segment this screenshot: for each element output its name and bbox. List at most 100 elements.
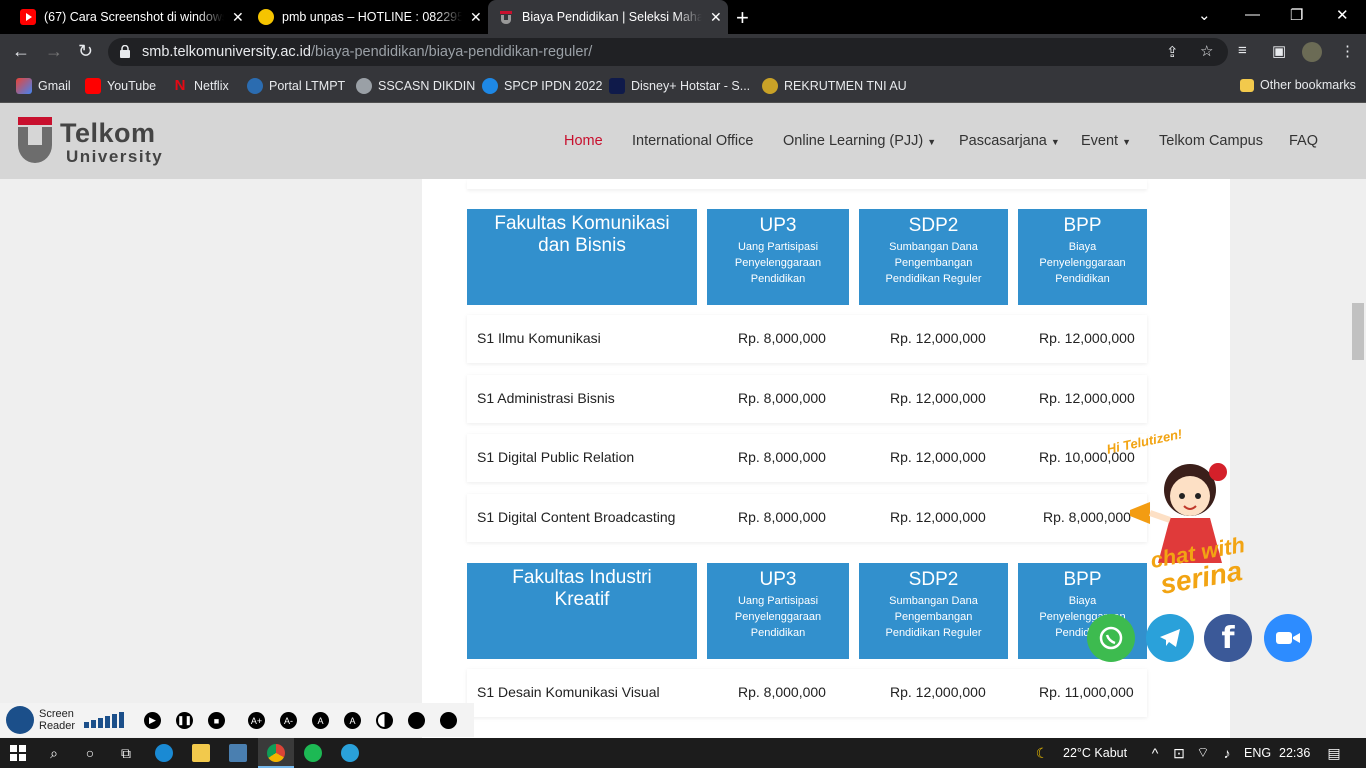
- new-tab-button[interactable]: +: [736, 5, 749, 31]
- close-icon[interactable]: ✕: [710, 9, 722, 26]
- close-window-icon[interactable]: ✕: [1336, 6, 1349, 24]
- star-icon[interactable]: ☆: [1200, 42, 1213, 60]
- back-icon[interactable]: ←: [12, 41, 30, 62]
- table-row: S1 Digital Public Relation Rp. 8,000,000…: [467, 434, 1147, 482]
- weather-moon-icon[interactable]: ☾: [1033, 744, 1051, 762]
- fee-sdp2: Rp. 12,000,000: [890, 509, 986, 525]
- menu-icon[interactable]: ⋮: [1340, 42, 1355, 60]
- scrollbar-thumb[interactable]: [1352, 303, 1364, 360]
- language-indicator[interactable]: ENG: [1244, 746, 1271, 760]
- network-icon[interactable]: ⊡: [1170, 744, 1188, 762]
- fee-code: BPP: [1063, 215, 1102, 236]
- volume-icon[interactable]: ♪: [1218, 744, 1236, 762]
- ear-icon[interactable]: [6, 706, 34, 734]
- bookmark-portal-ltmpt[interactable]: Portal LTMPT: [247, 78, 345, 94]
- task-view-icon[interactable]: ⧉: [117, 744, 135, 762]
- facebook-icon[interactable]: f: [1204, 614, 1252, 662]
- nav-international-office[interactable]: International Office: [632, 133, 753, 149]
- other-bookmarks[interactable]: Other bookmarks: [1240, 78, 1356, 92]
- fee-desc: Uang Partisipasi Penyelenggaraan Pendidi…: [734, 241, 822, 285]
- grayscale-icon[interactable]: [408, 712, 425, 729]
- bookmark-youtube[interactable]: YouTube: [85, 78, 156, 94]
- spotify-icon[interactable]: [304, 744, 322, 762]
- table-row: S1 Ilmu Komunikasi Rp. 8,000,000 Rp. 12,…: [467, 315, 1147, 363]
- browser-tab-active[interactable]: Biaya Pendidikan | Seleksi Mahas ✕: [488, 0, 728, 34]
- screen-reader-label[interactable]: Screen Reader: [39, 708, 75, 732]
- program-name: S1 Desain Komunikasi Visual: [477, 684, 660, 700]
- stop-icon[interactable]: ■: [208, 712, 225, 729]
- profile-avatar[interactable]: [1302, 42, 1322, 62]
- close-icon[interactable]: ✕: [470, 9, 482, 26]
- bookmark-label: Gmail: [38, 79, 71, 93]
- play-icon[interactable]: ▶: [144, 712, 161, 729]
- tni-au-icon: [762, 78, 778, 94]
- nav-telkom-campus[interactable]: Telkom Campus: [1159, 133, 1263, 149]
- nav-pascasarjana[interactable]: Pascasarjana ▼: [959, 133, 1060, 149]
- telegram-taskbar-icon[interactable]: [341, 744, 359, 762]
- fee-code: UP3: [759, 215, 797, 236]
- contrast-icon[interactable]: [376, 712, 393, 729]
- gmail-icon: [16, 78, 32, 94]
- telkom-logo-icon: [18, 117, 52, 163]
- file-explorer-icon[interactable]: [192, 744, 210, 762]
- pause-icon[interactable]: ❚❚: [176, 712, 193, 729]
- media-control-icon[interactable]: ≡: [1238, 42, 1247, 59]
- fee-desc: Sumbangan Dana Pengembangan Pendidikan R…: [885, 241, 982, 285]
- bookmark-rekrutmen[interactable]: REKRUTMEN TNI AU: [762, 78, 907, 94]
- cortana-icon[interactable]: ○: [81, 744, 99, 762]
- wifi-icon[interactable]: ⌔: [1194, 744, 1212, 762]
- program-name: S1 Digital Public Relation: [477, 449, 635, 465]
- bookmark-spcp-ipdn[interactable]: SPCP IPDN 2022: [482, 78, 602, 94]
- restore-icon[interactable]: ❐: [1290, 6, 1303, 24]
- bookmark-disney-hotstar[interactable]: Disney+ Hotstar - S...: [609, 78, 750, 94]
- decrease-text-icon[interactable]: A-: [280, 712, 297, 729]
- nav-online-learning[interactable]: Online Learning (PJJ) ▼: [783, 133, 936, 149]
- page-scrollbar[interactable]: [1348, 179, 1366, 740]
- bookmark-gmail[interactable]: Gmail: [16, 78, 71, 94]
- font-icon[interactable]: A: [344, 712, 361, 729]
- fee-desc: Biaya Penyelenggaraan Pendidikan: [1039, 241, 1126, 285]
- nav-faq[interactable]: FAQ: [1289, 133, 1318, 149]
- clock[interactable]: 22:36: [1279, 746, 1310, 760]
- browser-tab[interactable]: pmb unpas – HOTLINE : 0822954 ✕: [248, 0, 488, 34]
- chevron-up-icon[interactable]: ^: [1146, 744, 1164, 762]
- weather-text[interactable]: 22°C Kabut: [1063, 746, 1127, 760]
- photos-icon[interactable]: [229, 744, 247, 762]
- fee-bpp: Rp. 11,000,000: [1039, 684, 1134, 700]
- zoom-icon[interactable]: [1264, 614, 1312, 662]
- side-panel-icon[interactable]: ▣: [1272, 42, 1286, 60]
- reload-icon[interactable]: ↻: [78, 41, 93, 62]
- faculty-name: Fakultas Komunikasi dan Bisnis: [494, 213, 670, 256]
- reset-text-icon[interactable]: A: [312, 712, 329, 729]
- fee-desc: Uang Partisipasi Penyelenggaraan Pendidi…: [734, 595, 822, 639]
- globe-icon: [356, 78, 372, 94]
- telegram-icon[interactable]: [1146, 614, 1194, 662]
- url-text: smb.telkomuniversity.ac.id/biaya-pendidi…: [142, 44, 592, 60]
- whatsapp-icon[interactable]: [1087, 614, 1135, 662]
- notification-icon[interactable]: ▤: [1325, 744, 1343, 762]
- increase-text-icon[interactable]: A+: [248, 712, 265, 729]
- bookmark-sscasn[interactable]: SSCASN DIKDIN: [356, 78, 475, 94]
- caret-down-icon: ▼: [927, 137, 937, 147]
- share-icon[interactable]: ⇪: [1166, 43, 1179, 61]
- edge-icon[interactable]: [155, 744, 173, 762]
- chrome-taskbar-button[interactable]: [258, 738, 294, 768]
- fee-desc: Sumbangan Dana Pengembangan Pendidikan R…: [885, 595, 982, 639]
- invert-icon[interactable]: [440, 712, 457, 729]
- volume-level-icon[interactable]: [84, 712, 128, 728]
- windows-start-icon[interactable]: [9, 744, 27, 762]
- address-bar[interactable]: smb.telkomuniversity.ac.id/biaya-pendidi…: [108, 38, 1228, 66]
- tab-title: (67) Cara Screenshot di windows: [44, 10, 224, 24]
- close-icon[interactable]: ✕: [232, 9, 244, 26]
- minimize-icon[interactable]: —: [1245, 6, 1260, 23]
- faculty-header: Fakultas Komunikasi dan Bisnis: [467, 209, 697, 305]
- nav-home[interactable]: Home: [564, 133, 603, 149]
- nav-event[interactable]: Event ▼: [1081, 133, 1131, 149]
- search-icon[interactable]: ⌕: [45, 744, 63, 762]
- forward-icon[interactable]: →: [45, 41, 63, 62]
- bookmark-netflix[interactable]: N Netflix: [172, 78, 229, 94]
- chevron-down-icon[interactable]: ⌄: [1198, 6, 1211, 24]
- browser-tab[interactable]: (67) Cara Screenshot di windows ✕: [0, 0, 248, 34]
- disney-icon: [609, 78, 625, 94]
- caret-down-icon: ▼: [1122, 137, 1132, 147]
